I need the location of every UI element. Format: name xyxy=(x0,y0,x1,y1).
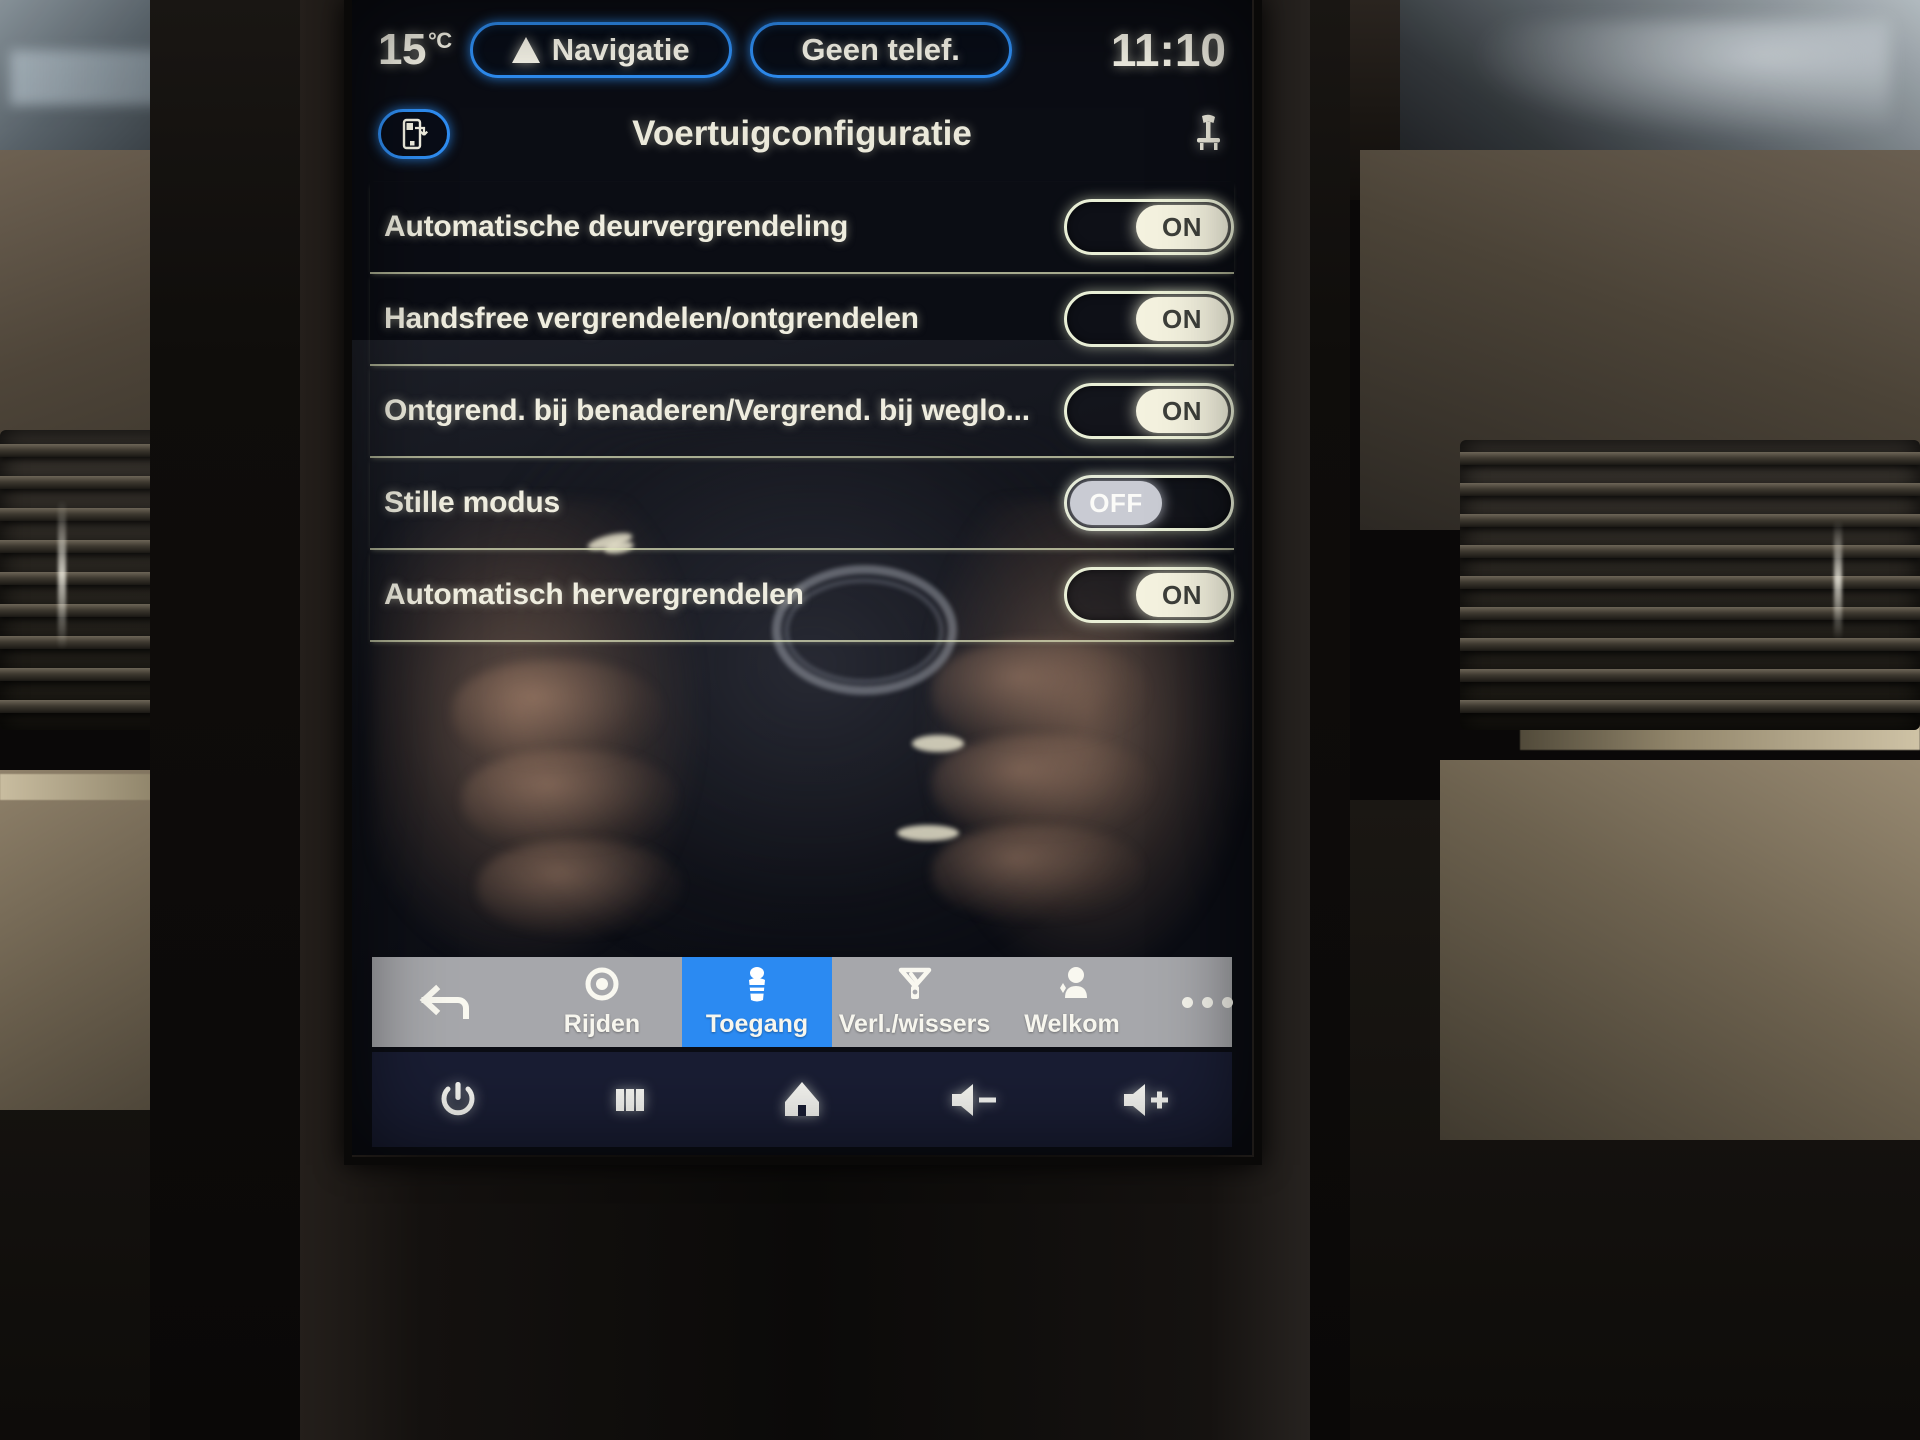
navigation-pill-label: Navigatie xyxy=(551,32,690,67)
home-button[interactable] xyxy=(716,1076,888,1124)
settings-row-toggle[interactable]: ON xyxy=(1064,567,1234,623)
temperature-unit: °C xyxy=(427,28,452,54)
air-vent-right xyxy=(1460,440,1920,730)
power-button[interactable] xyxy=(372,1076,544,1124)
tab-welcome[interactable]: Welkom xyxy=(997,957,1147,1047)
status-bar: 15°C Navigatie Geen telef. 11:10 xyxy=(352,0,1252,100)
volume-up-button[interactable] xyxy=(1060,1077,1232,1123)
phone-pill-label: Geen telef. xyxy=(801,32,960,67)
settings-row-toggle[interactable]: ON xyxy=(1064,291,1234,347)
wiper-light-icon xyxy=(898,967,931,999)
apps-grid-icon xyxy=(616,1088,644,1111)
settings-row[interactable]: Stille modus OFF xyxy=(370,458,1234,550)
settings-row-toggle[interactable]: OFF xyxy=(1064,475,1234,531)
toggle-knob-label: ON xyxy=(1136,297,1228,341)
seat-memory-icon xyxy=(1197,114,1220,150)
settings-row-label: Handsfree vergrendelen/ontgrendelen xyxy=(384,302,919,335)
volume-down-button[interactable] xyxy=(888,1077,1060,1123)
clock: 11:10 xyxy=(1110,24,1226,76)
settings-row[interactable]: Automatisch hervergrendelen ON xyxy=(370,550,1234,642)
toggle-knob-label: ON xyxy=(1136,205,1228,249)
tab-lights-wipers[interactable]: Verl./wissers xyxy=(832,957,997,1047)
key-access-icon xyxy=(748,967,766,1002)
settings-row-toggle[interactable]: ON xyxy=(1064,383,1234,439)
system-bar xyxy=(372,1052,1232,1147)
page-header: Voertuigconfiguratie xyxy=(352,98,1252,170)
settings-list: Automatische deurvergrendeling ON Handsfre… xyxy=(352,182,1252,642)
page-title: Voertuigconfiguratie xyxy=(632,114,972,153)
settings-row-toggle[interactable]: ON xyxy=(1064,199,1234,255)
apps-button[interactable] xyxy=(544,1077,716,1123)
settings-row-label: Automatische deurvergrendeling xyxy=(384,210,849,243)
phone-status-pill[interactable]: Geen telef. xyxy=(749,22,1012,78)
settings-row-label: Automatisch hervergrendelen xyxy=(384,578,804,611)
toggle-knob-label: OFF xyxy=(1070,481,1162,525)
settings-row[interactable]: Ontgrend. bij benaderen/Vergrend. bij we… xyxy=(370,366,1234,458)
phone-link-icon xyxy=(402,118,429,150)
welcome-user-icon xyxy=(1060,967,1087,998)
phone-link-button[interactable] xyxy=(378,109,450,159)
seat-memory-icon-wrap[interactable] xyxy=(1192,112,1226,157)
section-tab-bar: Rijden Toegang Verl./wissers Welkom xyxy=(372,957,1233,1047)
tab-lights-wipers-label: Verl./wissers xyxy=(838,1010,991,1038)
tab-drive-label: Rijden xyxy=(563,1010,641,1038)
tab-welcome-label: Welkom xyxy=(1024,1010,1120,1038)
settings-row[interactable]: Handsfree vergrendelen/ontgrendelen ON xyxy=(370,274,1234,366)
steering-wheel-icon xyxy=(585,967,619,1001)
outside-temperature: 15°C xyxy=(378,25,452,75)
center-console-right-panel xyxy=(1440,760,1920,1140)
volume-up-icon xyxy=(1124,1083,1168,1116)
tab-drive[interactable]: Rijden xyxy=(522,957,682,1047)
infotainment-screen[interactable]: 15°C Navigatie Geen telef. 11:10 Voertui… xyxy=(352,0,1252,1155)
settings-row-label: Stille modus xyxy=(384,486,560,519)
tab-back[interactable] xyxy=(372,957,522,1047)
tab-access[interactable]: Toegang xyxy=(682,957,832,1047)
tab-more-options[interactable] xyxy=(1147,957,1252,1047)
ellipsis-icon xyxy=(1181,996,1233,1008)
back-arrow-icon xyxy=(419,984,469,1019)
settings-row[interactable]: Automatische deurvergrendeling ON xyxy=(370,182,1234,274)
settings-row-label: Ontgrend. bij benaderen/Vergrend. bij we… xyxy=(384,394,1030,427)
power-icon xyxy=(441,1081,475,1115)
volume-down-icon xyxy=(952,1083,996,1116)
toggle-knob-label: ON xyxy=(1136,389,1228,433)
temperature-value: 15 xyxy=(378,25,426,74)
tab-access-label: Toegang xyxy=(705,1010,809,1038)
toggle-knob-label: ON xyxy=(1136,573,1228,617)
navigation-arrow-icon xyxy=(511,37,540,63)
navigation-status-pill[interactable]: Navigatie xyxy=(469,22,732,78)
home-icon xyxy=(785,1081,819,1116)
